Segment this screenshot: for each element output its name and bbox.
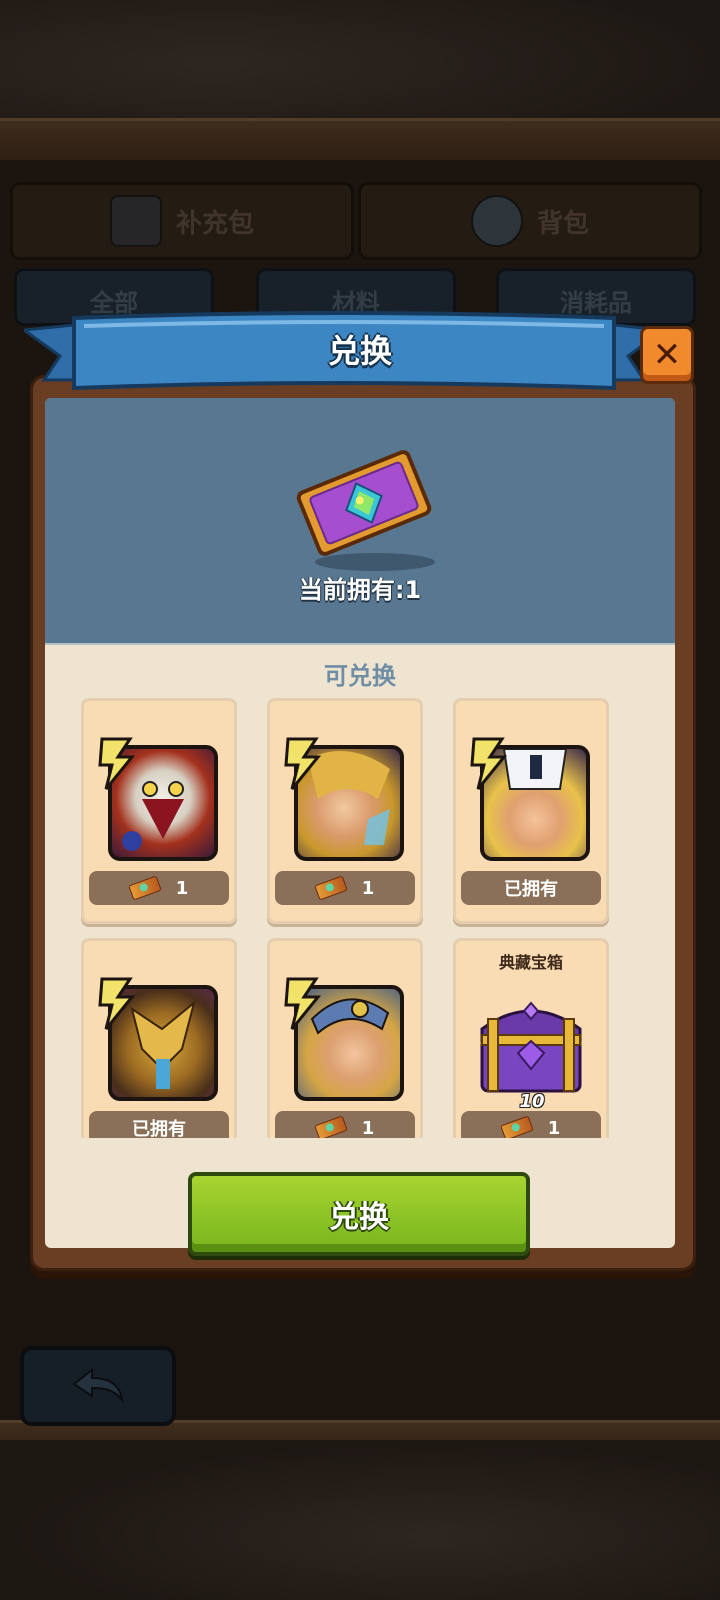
ticket-shadow [315, 553, 435, 571]
chest-label: 典藏宝箱 [498, 953, 563, 972]
exchange-ticket-icon [296, 450, 432, 556]
price-bar: 1 [275, 871, 415, 905]
exchange-item-4[interactable]: 已拥有 [81, 938, 237, 1138]
chest-quantity: 10 [519, 1091, 545, 1112]
price-bar: 1 [275, 1111, 415, 1138]
close-button[interactable]: ✕ [640, 326, 694, 384]
close-icon: ✕ [652, 335, 682, 375]
price-bar: 1 [89, 871, 229, 905]
exchange-confirm-button[interactable]: 兑换 [188, 1172, 530, 1256]
section-title: 可兑换 [324, 662, 396, 690]
price-value: 1 [175, 877, 189, 899]
lightning-bolt-icon [470, 737, 508, 790]
exchange-dialog: 当前拥有:1 可兑换 1 1 已拥有 已拥有 1 典藏宝箱 10 1 [30, 375, 696, 1271]
exchange-item-3[interactable]: 已拥有 [453, 698, 609, 924]
dialog-header-area: 当前拥有:1 [45, 398, 675, 645]
lightning-bolt-icon [98, 737, 136, 790]
dialog-title: 兑换 [327, 332, 392, 370]
price-value: 1 [361, 1117, 375, 1139]
ticket-icon [127, 875, 162, 901]
confirm-label: 兑换 [329, 1200, 389, 1235]
lightning-bolt-icon [284, 737, 322, 790]
exchange-item-1[interactable]: 1 [81, 698, 237, 924]
lightning-bolt-icon [98, 977, 136, 1030]
owned-status: 已拥有 [132, 1119, 186, 1138]
ticket-icon [313, 1115, 348, 1138]
lightning-bolt-icon [284, 977, 322, 1030]
owned-status: 已拥有 [504, 879, 558, 900]
treasure-chest-icon [480, 1001, 582, 1093]
price-value: 1 [547, 1117, 561, 1139]
ticket-icon [499, 1115, 534, 1138]
exchange-item-2[interactable]: 1 [267, 698, 423, 924]
dialog-panel: 当前拥有:1 可兑换 1 1 已拥有 已拥有 1 典藏宝箱 10 1 [45, 398, 675, 1248]
exchange-grid: 1 1 已拥有 已拥有 1 典藏宝箱 10 1 [81, 698, 641, 1138]
owned-count: 当前拥有:1 [298, 576, 422, 604]
owned-status-bar: 已拥有 [89, 1111, 229, 1138]
ticket-icon [313, 875, 348, 901]
price-value: 1 [361, 877, 375, 899]
exchange-item-5[interactable]: 1 [267, 938, 423, 1138]
exchange-item-6[interactable]: 典藏宝箱 10 1 [453, 938, 609, 1138]
owned-status-bar: 已拥有 [461, 871, 601, 905]
price-bar: 1 [461, 1111, 601, 1138]
